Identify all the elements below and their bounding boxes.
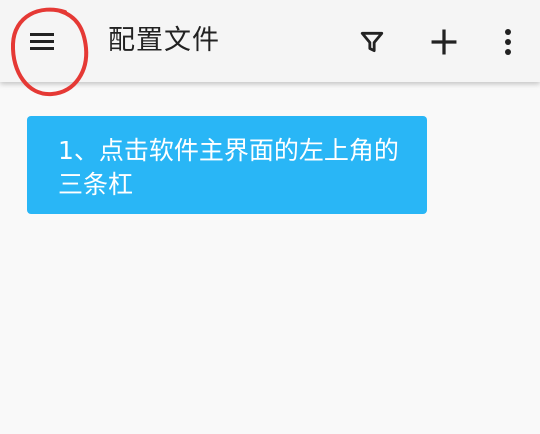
filter-icon (360, 31, 384, 53)
page-title: 配置文件 (108, 25, 220, 56)
menu-icon-bar-middle (30, 40, 54, 43)
instruction-text: 1、点击软件主界面的左上角的三条杠 (58, 136, 399, 199)
more-options-button[interactable] (490, 24, 526, 60)
menu-icon-bar-top (30, 33, 54, 36)
more-vertical-icon (505, 29, 511, 55)
add-button[interactable] (426, 24, 462, 60)
app-toolbar: 配置文件 (0, 0, 540, 82)
filter-button[interactable] (354, 24, 390, 60)
plus-icon (431, 29, 457, 55)
instruction-callout: 1、点击软件主界面的左上角的三条杠 (27, 116, 427, 214)
menu-button[interactable] (24, 26, 60, 56)
menu-icon-bar-bottom (30, 47, 54, 50)
